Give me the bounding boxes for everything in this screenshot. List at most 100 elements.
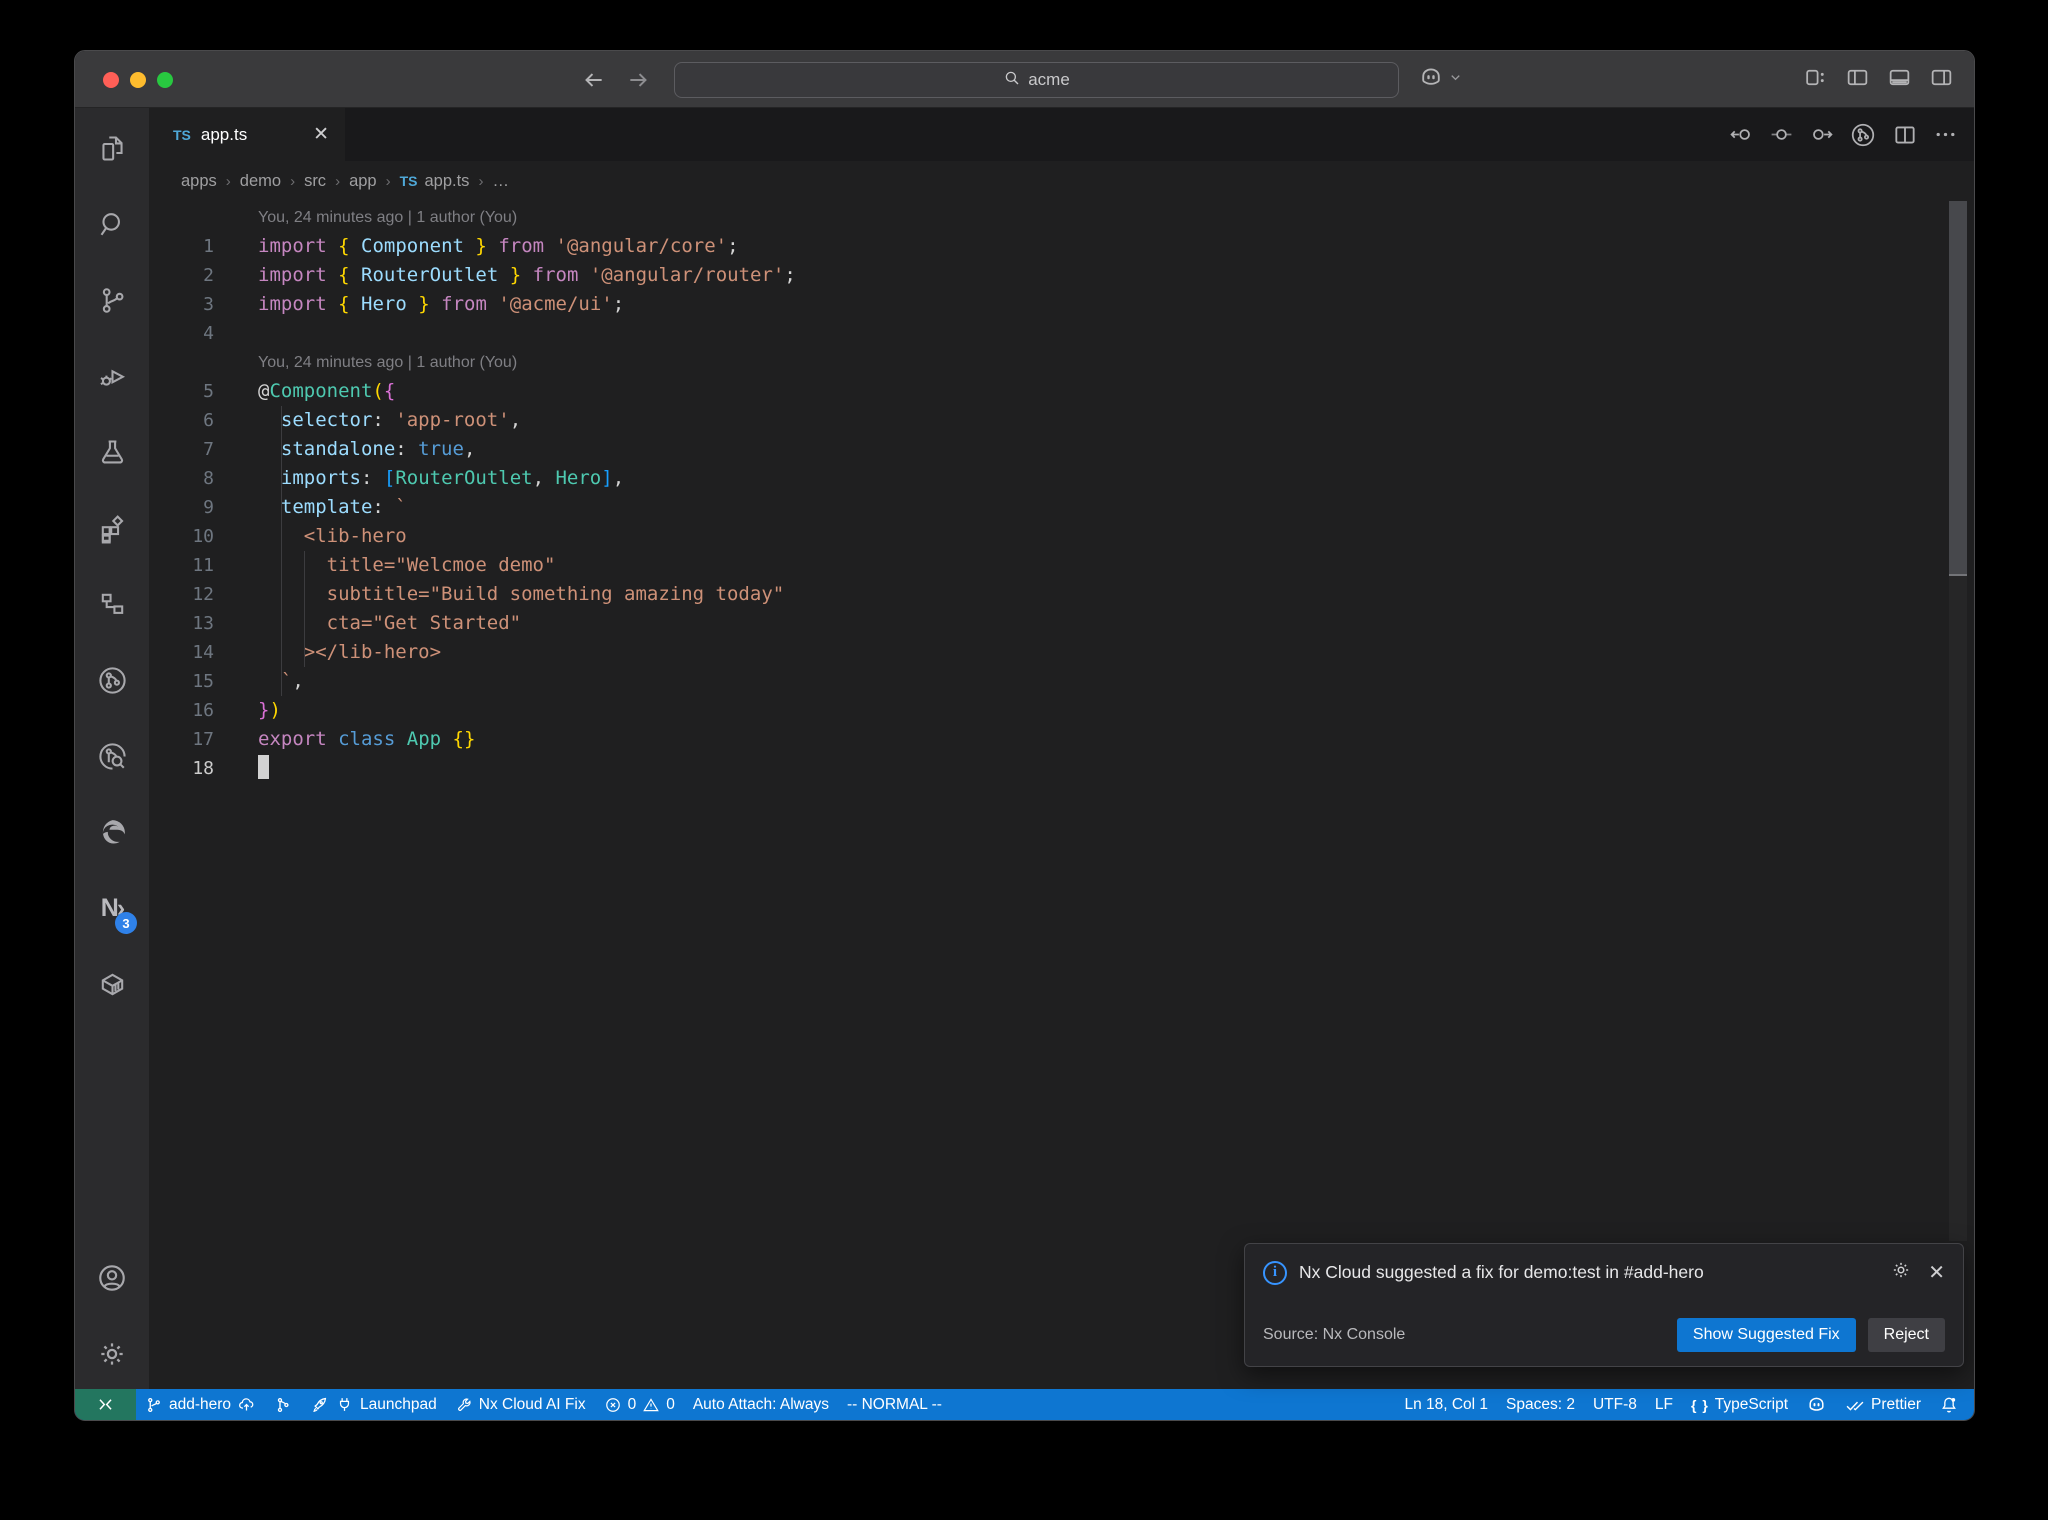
code-line[interactable]: 2 import { RouterOutlet } from '@angular/… <box>149 261 1974 290</box>
tab-bar: TS app.ts ✕ <box>149 108 1974 161</box>
next-change-icon[interactable] <box>1809 122 1834 147</box>
code-line[interactable]: 5 @Component({ <box>149 377 1974 406</box>
auto-attach-item[interactable]: Auto Attach: Always <box>684 1389 838 1420</box>
code-line[interactable]: 9 template: ` <box>149 493 1974 522</box>
double-check-icon <box>1846 1401 1864 1411</box>
search-value: acme <box>1028 70 1070 89</box>
copilot-status-item[interactable] <box>1797 1389 1836 1420</box>
code-line[interactable]: 1 import { Component } from '@angular/cor… <box>149 232 1974 261</box>
line-number: 2 <box>203 265 214 286</box>
code-line[interactable]: 13 cta="Get Started" <box>149 609 1974 638</box>
line-number: 12 <box>192 584 214 605</box>
navigate-back-icon[interactable] <box>580 67 606 93</box>
notification-settings-gear-icon[interactable] <box>1890 1259 1912 1286</box>
gitlens-graph-icon[interactable] <box>1849 121 1877 149</box>
notification-close-icon[interactable]: ✕ <box>1928 1263 1945 1283</box>
indentation-item[interactable]: Spaces: 2 <box>1497 1389 1584 1420</box>
vim-mode-item[interactable]: -- NORMAL -- <box>838 1389 951 1420</box>
code-line[interactable]: 15 `, <box>149 667 1974 696</box>
gitlens-inspect-icon[interactable] <box>75 718 149 794</box>
minimize-window-button[interactable] <box>130 72 146 88</box>
account-icon[interactable] <box>75 1243 149 1319</box>
command-center-search[interactable]: acme <box>674 62 1399 98</box>
run-debug-icon[interactable] <box>75 338 149 414</box>
rocket-icon <box>313 1397 327 1413</box>
code-line[interactable]: 14 ></lib-hero> <box>149 638 1974 667</box>
split-editor-icon[interactable] <box>1892 122 1918 148</box>
tab-close-icon[interactable]: ✕ <box>313 125 329 144</box>
customize-layout-icon[interactable] <box>1803 65 1828 95</box>
previous-change-icon[interactable] <box>1729 122 1754 147</box>
search-view-icon[interactable] <box>75 186 149 262</box>
publish-cloud-icon <box>239 1398 254 1411</box>
language-mode-item[interactable]: { } TypeScript <box>1682 1389 1797 1420</box>
breadcrumb-more[interactable]: … <box>492 172 509 191</box>
line-number: 3 <box>203 294 214 315</box>
plug-icon <box>339 1398 350 1411</box>
code-line[interactable]: 11 title="Welcmoe demo" <box>149 551 1974 580</box>
line-number: 10 <box>192 526 214 547</box>
code-lines[interactable]: You, 24 minutes ago | 1 author (You) 1 imp… <box>149 203 1974 783</box>
code-line[interactable]: 7 standalone: true, <box>149 435 1974 464</box>
code-line[interactable]: 18 <box>149 754 1974 783</box>
breadcrumb: apps › demo › src › app › TS app.ts › … <box>181 171 509 191</box>
code-line[interactable]: 4 <box>149 319 1974 348</box>
copilot-icon <box>1418 64 1444 95</box>
eol-item[interactable]: LF <box>1646 1389 1682 1420</box>
code-line[interactable]: 10 <lib-hero <box>149 522 1974 551</box>
testing-icon[interactable] <box>75 414 149 490</box>
gitlens-icon[interactable] <box>75 642 149 718</box>
show-suggested-fix-button[interactable]: Show Suggested Fix <box>1676 1318 1856 1352</box>
code-line[interactable]: 12 subtitle="Build something amazing tod… <box>149 580 1974 609</box>
line-number: 16 <box>192 700 214 721</box>
info-icon: i <box>1263 1260 1287 1285</box>
close-window-button[interactable] <box>103 72 119 88</box>
edge-browser-icon[interactable] <box>75 794 149 870</box>
code-line[interactable]: 17 export class App {} <box>149 725 1974 754</box>
toggle-secondary-sidebar-icon[interactable] <box>1929 65 1954 95</box>
toggle-primary-sidebar-icon[interactable] <box>1845 65 1870 95</box>
changes-icon[interactable] <box>1769 122 1794 147</box>
breadcrumb-item[interactable]: apps <box>181 172 217 191</box>
line-number: 9 <box>203 497 214 518</box>
explorer-icon[interactable] <box>75 110 149 186</box>
code-line[interactable]: 8 imports: [RouterOutlet, Hero], <box>149 464 1974 493</box>
more-actions-icon[interactable] <box>1933 122 1958 147</box>
code-line[interactable]: 3 import { Hero } from '@acme/ui'; <box>149 290 1974 319</box>
extensions-icon[interactable] <box>75 490 149 566</box>
breadcrumb-item[interactable]: demo <box>240 172 281 191</box>
toggle-panel-icon[interactable] <box>1887 65 1912 95</box>
notification-title: Nx Cloud suggested a fix for demo:test i… <box>1299 1262 1704 1282</box>
nx-console-icon[interactable]: N› 3 <box>75 870 149 946</box>
settings-gear-icon[interactable] <box>75 1319 149 1389</box>
line-number: 15 <box>192 671 214 692</box>
line-number: 7 <box>203 439 214 460</box>
nx-cloud-fix-item[interactable]: Nx Cloud AI Fix <box>446 1389 595 1420</box>
remote-indicator[interactable] <box>75 1389 136 1420</box>
tab-app-ts[interactable]: TS app.ts ✕ <box>149 108 345 161</box>
branch-name: add-hero <box>169 1395 232 1413</box>
breadcrumb-file[interactable]: TS app.ts <box>400 172 470 191</box>
source-control-graph-item[interactable] <box>265 1389 301 1420</box>
project-structure-icon[interactable] <box>75 566 149 642</box>
formatter-item[interactable]: Prettier <box>1836 1389 1930 1420</box>
code-line[interactable]: 6 selector: 'app-root', <box>149 406 1974 435</box>
code-editor[interactable]: You, 24 minutes ago | 1 author (You) 1 imp… <box>149 201 1974 1389</box>
code-line[interactable]: 16}) <box>149 696 1974 725</box>
reject-button[interactable]: Reject <box>1867 1318 1945 1352</box>
zoom-window-button[interactable] <box>157 72 173 88</box>
braces-icon: { } <box>1691 1396 1709 1413</box>
navigate-forward-icon[interactable] <box>626 67 652 93</box>
breadcrumb-item[interactable]: app <box>349 172 377 191</box>
problems-item[interactable]: 0 0 <box>595 1389 684 1420</box>
encoding-item[interactable]: UTF-8 <box>1584 1389 1646 1420</box>
container-icon[interactable] <box>75 946 149 1022</box>
source-control-icon[interactable] <box>75 262 149 338</box>
copilot-titlebar-menu[interactable] <box>1418 51 1463 108</box>
scrollbar-thumb[interactable] <box>1949 201 1967 576</box>
notifications-bell-icon[interactable] <box>1930 1389 1968 1420</box>
breadcrumb-item[interactable]: src <box>304 172 326 191</box>
git-branch-item[interactable]: add-hero <box>136 1389 265 1420</box>
cursor-position-item[interactable]: Ln 18, Col 1 <box>1395 1389 1497 1420</box>
launchpad-item[interactable]: Launchpad <box>301 1389 446 1420</box>
